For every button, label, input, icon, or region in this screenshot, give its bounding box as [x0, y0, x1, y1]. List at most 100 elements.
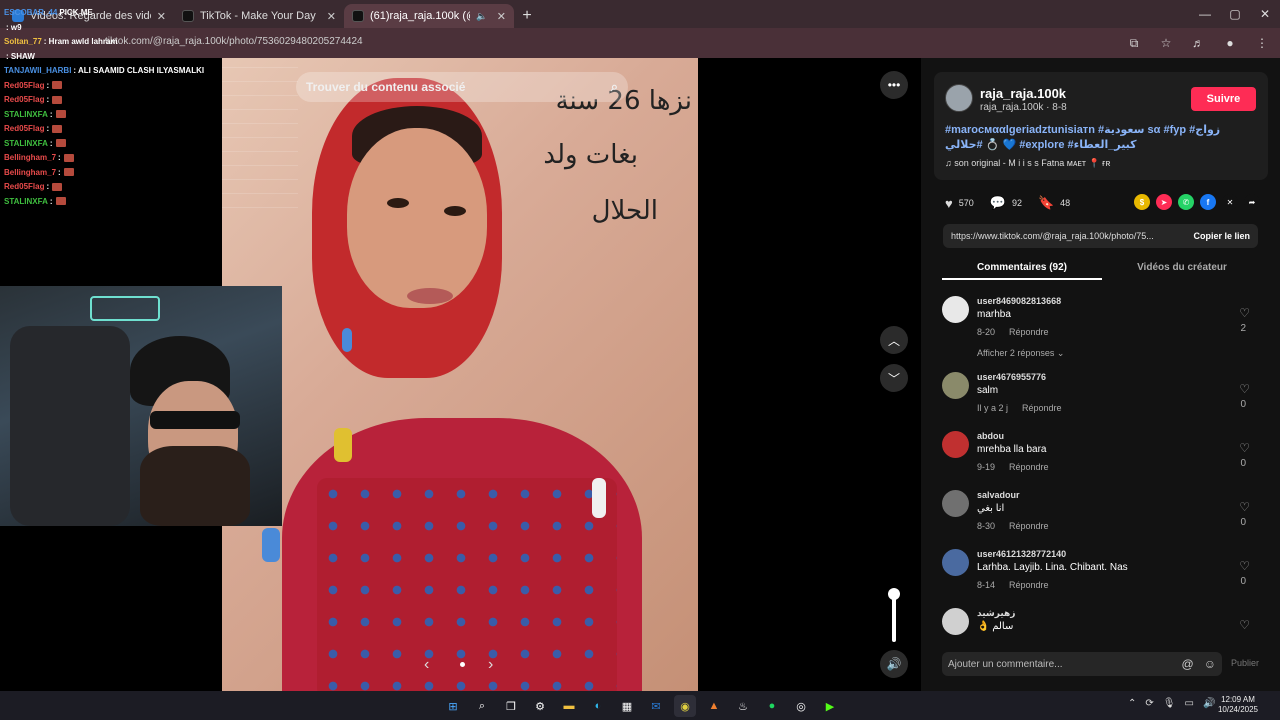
send-icon[interactable]: ➤ [1156, 194, 1172, 210]
commenter-avatar[interactable] [942, 431, 969, 458]
comment-input[interactable]: Ajouter un commentaire... [948, 659, 1063, 670]
reply-button[interactable]: Répondre [1009, 580, 1049, 590]
publish-button[interactable]: Publier [1231, 658, 1259, 668]
commenter-avatar[interactable] [942, 296, 969, 323]
reply-button[interactable]: Répondre [1009, 462, 1049, 472]
related-content-search[interactable]: Trouver du contenu associé ⌕ [296, 72, 628, 102]
chat-line: : w9 [4, 21, 222, 36]
comment-like-icon[interactable]: ♡ [1239, 500, 1250, 514]
file-explorer-icon[interactable]: ▬ [558, 695, 580, 717]
tab-comments[interactable]: Commentaires (92) [942, 256, 1102, 280]
edge-icon[interactable]: ◐ [587, 695, 609, 717]
commenter-avatar[interactable] [942, 608, 969, 635]
comment-icon[interactable]: 💬 [990, 195, 1006, 211]
speaker-icon[interactable]: 🔊 [1203, 698, 1215, 709]
chevron-up-icon[interactable]: ⌃ [1128, 698, 1136, 709]
new-tab-button[interactable]: + [514, 4, 540, 28]
previous-post-button[interactable]: ︿ [880, 326, 908, 354]
comment-like-icon[interactable]: ♡ [1239, 441, 1250, 455]
profile-avatar-icon[interactable]: ● [1220, 33, 1240, 53]
post-hashtags[interactable]: #marocмααlgeriadztunisiaтn #سعودية ѕα #f… [945, 123, 1255, 153]
chrome-icon[interactable]: ◉ [674, 695, 696, 717]
carousel-dot[interactable] [460, 662, 465, 667]
reply-button[interactable]: Répondre [1009, 327, 1049, 337]
install-app-icon[interactable]: ⧉ [1124, 33, 1144, 53]
comment-like-icon[interactable]: ♡ [1239, 382, 1250, 396]
bookmark-icon[interactable]: 🔖 [1038, 195, 1054, 211]
commenter-avatar[interactable] [942, 372, 969, 399]
steam-icon[interactable]: ♨ [732, 695, 754, 717]
search-icon[interactable]: ⌕ [611, 79, 618, 95]
sync-icon[interactable]: ⟳ [1145, 698, 1153, 709]
commenter-username[interactable]: abdou [977, 431, 1004, 441]
display-icon[interactable]: ▭ [1184, 698, 1193, 709]
bookmark-star-icon[interactable]: ☆ [1156, 33, 1176, 53]
carousel-next-icon[interactable]: › [488, 656, 493, 674]
commenter-username[interactable]: user8469082813668 [977, 296, 1061, 306]
whatsapp-icon[interactable]: ✆ [1178, 194, 1194, 210]
post-link[interactable]: https://www.tiktok.com/@raja_raja.100k/p… [951, 231, 1154, 241]
close-icon[interactable]: ✕ [497, 10, 506, 23]
chat-emote-icon [52, 95, 63, 104]
copy-link-button[interactable]: Copier le lien [1193, 231, 1250, 241]
comment-like-count: 0 [1240, 458, 1246, 469]
author-username[interactable]: raja_raja.100k [980, 86, 1066, 101]
comment-like-icon[interactable]: ♡ [1239, 618, 1250, 632]
comment-like-icon[interactable]: ♡ [1239, 559, 1250, 573]
commenter-username[interactable]: user46121328772140 [977, 549, 1066, 559]
more-options-button[interactable]: ••• [880, 71, 908, 99]
minimize-button[interactable]: — [1190, 0, 1220, 28]
music-link[interactable]: ♫ son original - M i i s s Fatna ᴍᴀᴇᴛ 📍 … [945, 158, 1110, 169]
store-icon[interactable]: ▦ [616, 695, 638, 717]
close-window-button[interactable]: ✕ [1250, 0, 1280, 28]
audio-icon[interactable]: 🔈 [476, 11, 487, 22]
media-control-icon[interactable]: ♬ [1188, 33, 1208, 53]
next-post-button[interactable]: ﹀ [880, 364, 908, 392]
reply-button[interactable]: Répondre [1009, 521, 1049, 531]
task-view-icon[interactable]: ❐ [500, 695, 522, 717]
commenter-username[interactable]: user4676955776 [977, 372, 1046, 382]
settings-icon[interactable]: ⚙ [529, 695, 551, 717]
close-icon[interactable]: ✕ [327, 10, 336, 23]
heart-icon[interactable]: ♥ [945, 196, 953, 211]
commenter-username[interactable]: زهيرشيد [977, 608, 1015, 619]
facebook-icon[interactable]: f [1200, 194, 1216, 210]
carousel-prev-icon[interactable]: ‹ [424, 656, 429, 674]
windows-taskbar: ⊞ ⌕ ❐ ⚙ ▬ ◐ ▦ ✉ ◉ ▲ ♨ ● ◎ ▶ ⌃ ⟳ 🎙 ▭ 🔊 12… [0, 691, 1280, 720]
author-avatar[interactable] [945, 84, 973, 112]
volume-slider-knob[interactable] [888, 588, 900, 600]
x-icon[interactable]: ✕ [1222, 194, 1238, 210]
coin-share-icon[interactable]: $ [1134, 194, 1150, 210]
chat-message: : SHAW [6, 51, 35, 61]
show-replies-button[interactable]: Afficher 2 réponses ⌄ [977, 348, 1064, 359]
emoji-icon[interactable]: ☺ [1204, 657, 1216, 671]
right-eye [444, 206, 466, 216]
app-a-icon[interactable]: ▲ [703, 695, 725, 717]
chat-message: : [46, 182, 50, 191]
commenter-avatar[interactable] [942, 490, 969, 517]
tab-creator-videos[interactable]: Vidéos du créateur [1102, 256, 1262, 280]
chat-message: PICK ME [59, 8, 93, 17]
search-icon[interactable]: ⌕ [471, 695, 493, 717]
maximize-button[interactable]: ▢ [1220, 0, 1250, 28]
clock[interactable]: 12:09 AM 10/24/2025 [1218, 695, 1258, 715]
menu-kebab-icon[interactable]: ⋮ [1252, 33, 1272, 53]
comment-date: 8-30 [977, 521, 996, 531]
kick-icon[interactable]: ▶ [819, 695, 841, 717]
microphone-icon[interactable]: 🎙 [1163, 698, 1176, 709]
commenter-username[interactable]: salvadour [977, 490, 1020, 500]
obs-icon[interactable]: ◎ [790, 695, 812, 717]
chat-line: Bellingham_7: [4, 151, 222, 166]
start-icon[interactable]: ⊞ [442, 695, 464, 717]
outlook-icon[interactable]: ✉ [645, 695, 667, 717]
volume-icon[interactable]: 🔊 [880, 650, 908, 678]
reply-button[interactable]: Répondre [1022, 403, 1062, 413]
search-input[interactable]: Trouver du contenu associé [306, 80, 465, 94]
mention-icon[interactable]: @ [1182, 657, 1194, 671]
share-arrow-icon[interactable]: ➦ [1244, 194, 1260, 210]
comment-like-icon[interactable]: ♡ [1239, 306, 1250, 320]
commenter-avatar[interactable] [942, 549, 969, 576]
spotify-icon[interactable]: ● [761, 695, 783, 717]
tab-current-photo[interactable]: (61)raja_raja.100k (@raja_ra 🔈 ✕ [344, 4, 514, 28]
follow-button[interactable]: Suivre [1191, 87, 1256, 111]
